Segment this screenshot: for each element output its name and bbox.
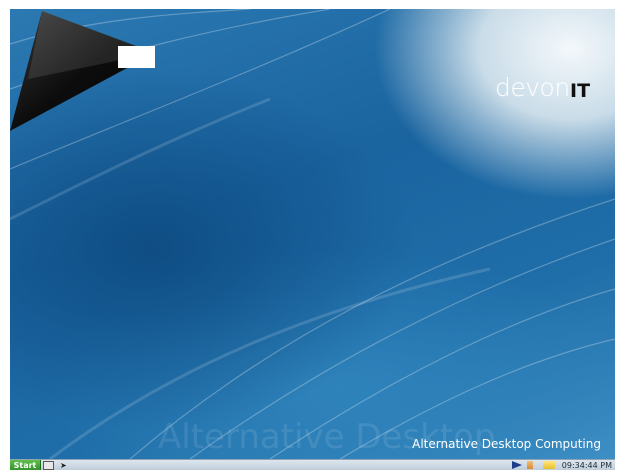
start-button[interactable]: Start	[10, 460, 41, 470]
terminal-icon[interactable]	[43, 461, 54, 470]
cursor-arrow-icon: ➤	[60, 461, 67, 470]
desktop-screen: devon IT Alternative Desktop Alternative…	[10, 9, 615, 470]
taskbar-clock[interactable]: 09:34:44 PM	[562, 460, 612, 470]
taskbar: Start ➤ 09:34:44 PM	[10, 459, 615, 470]
wallpaper-tagline: Alternative Desktop Computing	[412, 437, 601, 451]
desktop-wallpaper: devon IT Alternative Desktop Alternative…	[10, 9, 615, 459]
folder-icon[interactable]	[543, 461, 555, 469]
logo-brand-name: devon	[495, 73, 570, 102]
devon-it-logo	[10, 11, 155, 131]
logo-brand-suffix: IT	[570, 80, 591, 102]
play-arrow-icon[interactable]	[512, 461, 522, 469]
network-icon[interactable]	[527, 461, 533, 469]
